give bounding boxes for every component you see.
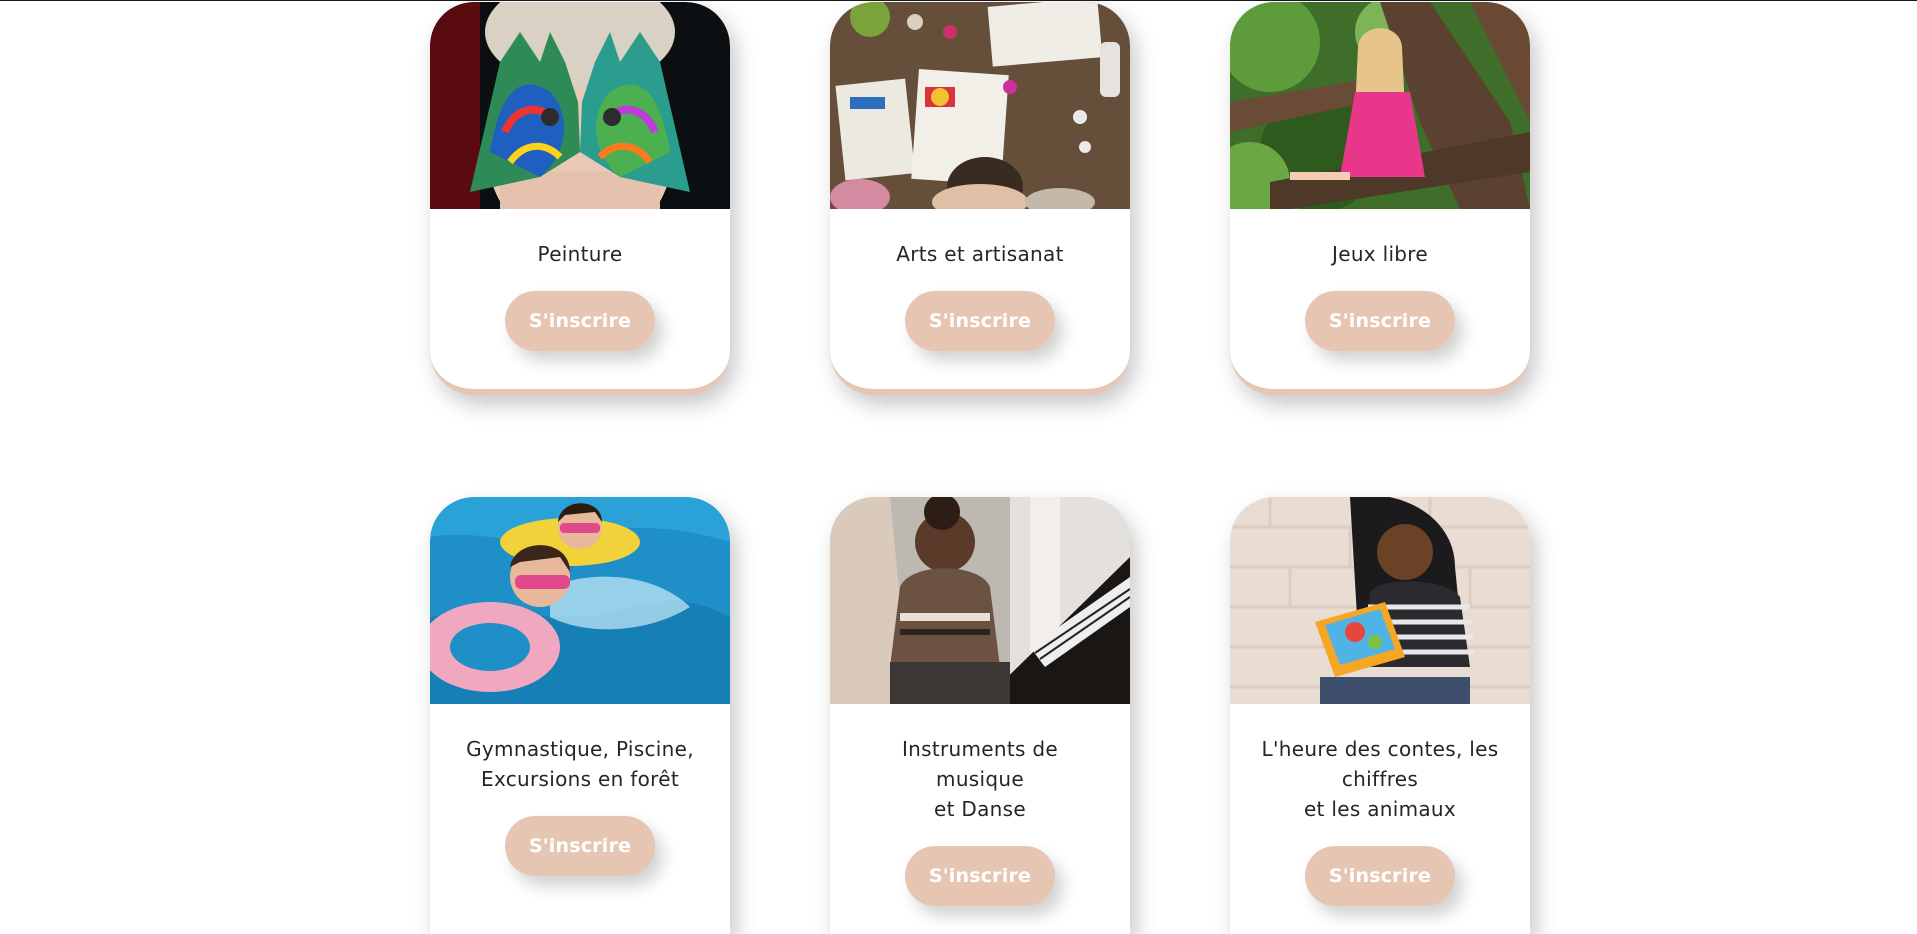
signup-button[interactable]: S'inscrire — [505, 291, 655, 351]
activity-title: Jeux libre — [1332, 242, 1428, 266]
girl-in-tree-photo — [1230, 2, 1530, 209]
top-border — [0, 0, 1917, 1]
signup-button[interactable]: S'inscrire — [1305, 291, 1455, 351]
activity-title: L'heure des contes, les chiffres et les … — [1261, 737, 1499, 821]
activity-card-storytime: L'heure des contes, les chiffres et les … — [1230, 497, 1530, 934]
activity-card-music-dance: Instruments de musique et Danse S'inscri… — [830, 497, 1130, 934]
kids-swimming-photo — [430, 497, 730, 704]
activity-card-free-play: Jeux libre S'inscrire — [1230, 2, 1530, 395]
activity-card-sports: Gymnastique, Piscine, Excursions en forê… — [430, 497, 730, 934]
activity-card-arts-crafts: Arts et artisanat S'inscrire — [830, 2, 1130, 395]
child-painted-hands-photo — [430, 2, 730, 209]
activity-card-painting: Peinture S'inscrire — [430, 2, 730, 395]
activity-title: Arts et artisanat — [896, 242, 1064, 266]
activities-page: Peinture S'inscrire Arts et artisanat S'… — [0, 0, 1917, 934]
activity-title: Instruments de musique et Danse — [901, 737, 1059, 821]
signup-button[interactable]: S'inscrire — [905, 846, 1055, 906]
activity-title: Peinture — [537, 242, 623, 266]
signup-button[interactable]: S'inscrire — [905, 291, 1055, 351]
child-piano-photo — [830, 497, 1130, 704]
activity-title: Gymnastique, Piscine, Excursions en forê… — [466, 737, 694, 791]
child-reading-book-photo — [1230, 497, 1530, 704]
kids-crafts-table-photo — [830, 2, 1130, 209]
signup-button[interactable]: S'inscrire — [1305, 846, 1455, 906]
signup-button[interactable]: S'inscrire — [505, 816, 655, 876]
